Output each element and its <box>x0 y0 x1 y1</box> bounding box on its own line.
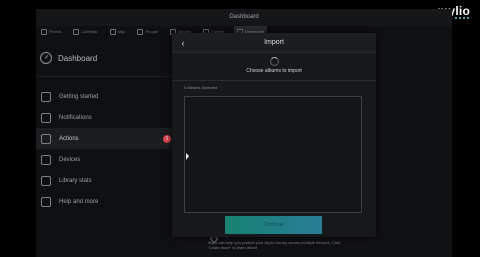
loading-spinner-icon <box>270 57 279 66</box>
sidebar-item-actions[interactable]: Actions 1 <box>36 128 174 149</box>
logo-dots <box>455 17 469 19</box>
sidebar-item-library-stats[interactable]: Library stats <box>36 170 174 191</box>
promo-body: Mylio can help you protect your Mylio Li… <box>208 240 341 250</box>
divider <box>172 80 376 81</box>
selected-count: 0 Albums Selected <box>184 85 218 90</box>
tab-photos[interactable]: Photos <box>38 26 64 38</box>
help-icon <box>41 196 51 207</box>
divider <box>36 76 174 77</box>
sidebar-header: Dashboard <box>40 48 97 68</box>
mouse-cursor-icon <box>186 153 189 160</box>
tab-label: Calendar <box>81 29 98 34</box>
tab-map[interactable]: Map <box>107 26 129 38</box>
tab-label: Map <box>117 29 126 34</box>
tab-calendar[interactable]: Calendar <box>70 26 100 38</box>
people-icon <box>137 29 144 35</box>
map-icon <box>109 29 116 35</box>
dialog-title: Import <box>264 39 284 46</box>
sidebar-item-devices[interactable]: Devices <box>36 149 174 170</box>
sidebar-title: Dashboard <box>58 53 98 63</box>
sidebar-item-label: Devices <box>59 156 81 163</box>
album-list[interactable] <box>184 96 362 213</box>
devices-icon <box>41 154 51 165</box>
sidebar-item-label: Getting started <box>59 93 99 100</box>
notification-badge: 1 <box>163 134 171 143</box>
sidebar-item-getting-started[interactable]: Getting started <box>36 86 174 107</box>
rocket-icon <box>41 91 51 102</box>
dialog-header: ‹ Import <box>172 33 376 53</box>
sidebar-item-help[interactable]: Help and more <box>36 191 174 212</box>
sidebar-item-notifications[interactable]: Notifications <box>36 107 174 128</box>
window-title: Dashboard <box>36 9 452 26</box>
sidebar-item-label: Notifications <box>59 114 92 121</box>
dialog-subtitle: Choose albums to import <box>246 68 302 74</box>
dashboard-gauge-icon <box>40 52 52 64</box>
tab-people[interactable]: People <box>134 26 160 38</box>
continue-button[interactable]: Continue <box>225 216 322 234</box>
actions-icon <box>41 133 51 144</box>
photos-icon <box>41 29 47 35</box>
sidebar-nav: Getting started Notifications Actions 1 D… <box>36 86 174 212</box>
calendar-icon <box>73 29 80 35</box>
stats-icon <box>41 175 51 186</box>
sidebar: Dashboard Getting started Notifications … <box>36 38 174 257</box>
import-dialog: ‹ Import Choose albums to import 0 Album… <box>172 33 376 237</box>
tab-label: People <box>145 29 158 34</box>
sidebar-item-label: Help and more <box>59 198 99 205</box>
bell-icon <box>41 112 51 123</box>
sidebar-item-label: Actions <box>59 135 79 142</box>
tab-label: Photos <box>49 29 62 34</box>
sidebar-item-label: Library stats <box>59 177 92 184</box>
